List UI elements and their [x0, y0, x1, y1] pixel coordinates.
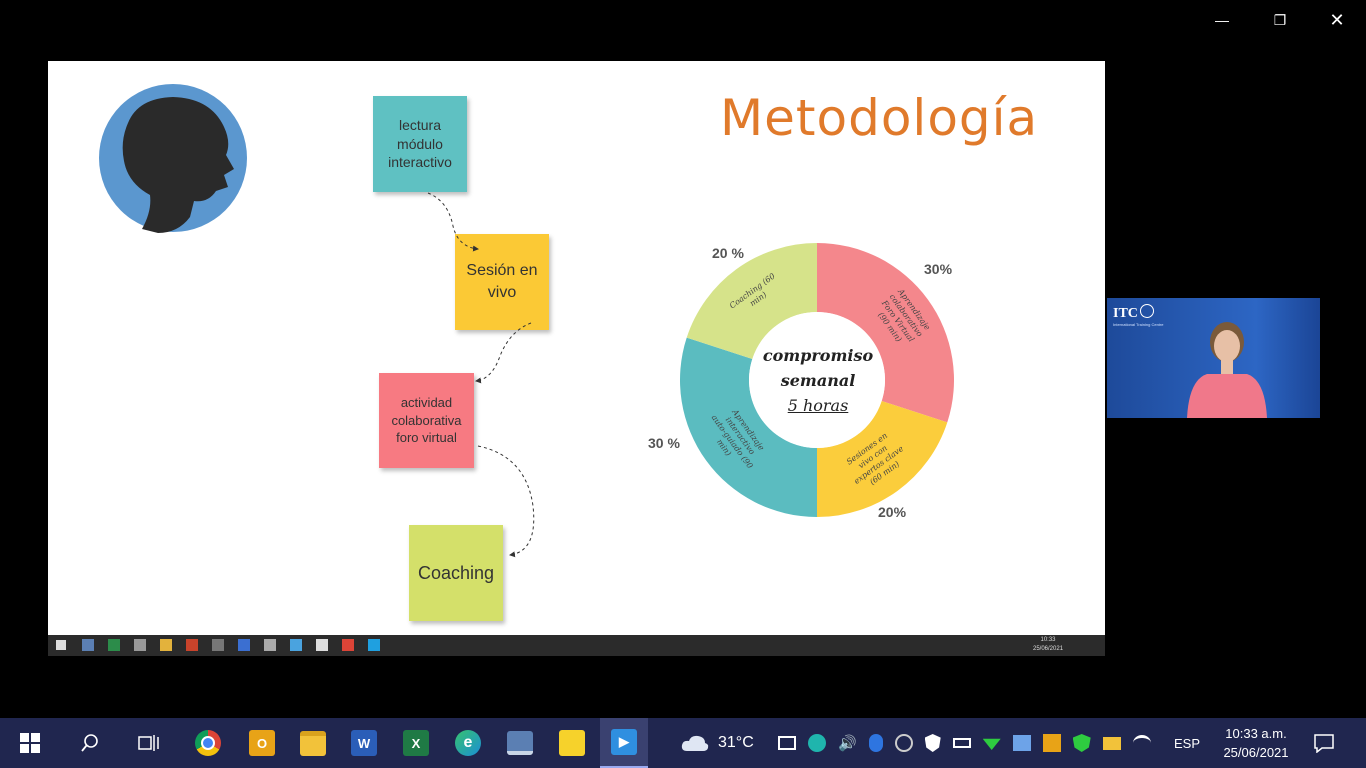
taskbar-app-sticky-notes[interactable] [550, 718, 594, 768]
start-button[interactable] [8, 718, 52, 768]
inner-app-icon [134, 639, 146, 651]
taskbar-app-word[interactable]: W [342, 718, 386, 768]
wifi-green-icon[interactable] [982, 738, 1001, 750]
donut-center-line2: semanal [780, 370, 856, 390]
weather-widget[interactable]: 31°C [680, 718, 754, 768]
excel-icon: X [403, 730, 429, 756]
close-button[interactable]: ✕ [1325, 8, 1349, 32]
inner-app-icon [160, 639, 172, 651]
taskbar-app-explorer[interactable] [291, 718, 335, 768]
outlook-icon: O [249, 730, 275, 756]
inner-app-icon [368, 639, 380, 651]
network-alert-icon[interactable] [894, 734, 913, 752]
edge-icon: e [455, 730, 481, 756]
itc-logo-text: ITC [1113, 306, 1138, 321]
shared-screen-taskbar: 10:33 25/06/2021 [48, 635, 1105, 656]
inner-app-icon [82, 639, 94, 651]
taskbar-app-chrome[interactable] [186, 718, 230, 768]
task-view-button[interactable] [127, 718, 171, 768]
inner-app-icon [212, 639, 224, 651]
donut-center-line3: 5 horas [787, 395, 849, 415]
inner-start-icon [56, 640, 66, 650]
presenter-video-person [1187, 322, 1267, 418]
notification-icon [1314, 734, 1334, 753]
donut-center-line1: compromiso [762, 346, 874, 365]
file-explorer-icon [300, 730, 326, 756]
taskbar-app-excel[interactable]: X [394, 718, 438, 768]
windows-logo-icon [20, 733, 40, 753]
itc-subtitle: International Training Centre [1113, 322, 1164, 327]
pct-label-2: 30 % [648, 435, 680, 451]
minimize-button[interactable]: — [1210, 8, 1234, 32]
battery-icon[interactable] [952, 738, 971, 748]
clock-time: 10:33 a.m. [1225, 726, 1287, 741]
inner-app-icon [108, 639, 120, 651]
mail-icon[interactable] [1102, 736, 1121, 750]
weather-temperature: 31°C [718, 734, 754, 751]
windows-taskbar: O W X e ▶ 31°C 🔊 ESP 10:33 a.m. 25/06/20… [0, 718, 1366, 768]
bluetooth-icon[interactable] [868, 734, 883, 752]
maximize-button[interactable]: ❐ [1268, 8, 1292, 32]
cloud-icon [681, 735, 709, 751]
security-shield-icon[interactable] [924, 734, 941, 752]
eset-icon[interactable] [808, 734, 826, 752]
language-indicator[interactable]: ESP [1174, 718, 1200, 768]
taskbar-app-remote-desktop[interactable] [498, 718, 542, 768]
shared-slide: Metodología lectura módulo interactivo S… [48, 61, 1105, 635]
donut-center: compromiso semanal 5 horas [758, 344, 878, 418]
clock[interactable]: 10:33 a.m. 25/06/2021 [1208, 718, 1304, 768]
inner-app-icon [238, 639, 250, 651]
task-view-icon [138, 735, 159, 751]
inner-app-icon [290, 639, 302, 651]
inner-time: 10:33 [1040, 637, 1056, 643]
inner-app-icon [186, 639, 198, 651]
notification-center-button[interactable] [1313, 718, 1335, 768]
search-button[interactable] [68, 718, 112, 768]
taskbar-app-edge[interactable]: e [446, 718, 490, 768]
wifi-icon[interactable] [1132, 735, 1151, 751]
media-player-icon: ▶ [611, 729, 637, 755]
tray-icons: 🔊 [778, 718, 1151, 768]
sticky-notes-icon [559, 730, 585, 756]
volume-icon[interactable]: 🔊 [838, 734, 857, 752]
pct-label-1: 20% [878, 504, 907, 520]
inner-app-icon [264, 639, 276, 651]
taskbar-app-media-player[interactable]: ▶ [600, 718, 648, 768]
pct-label-3: 20 % [712, 245, 744, 261]
shield-check-icon[interactable] [1072, 734, 1091, 752]
inner-app-icon [342, 639, 354, 651]
office-icon[interactable] [1042, 734, 1061, 752]
inner-date: 25/06/2021 [1033, 646, 1064, 652]
itc-logo: ITC [1113, 304, 1154, 322]
monitor-icon[interactable] [778, 736, 796, 750]
inner-clock: 10:33 25/06/2021 [1033, 636, 1063, 654]
webcam-video[interactable]: ITC International Training Centre [1107, 298, 1320, 418]
remote-desktop-icon [507, 731, 533, 755]
search-icon [81, 734, 98, 752]
taskbar-app-outlook[interactable]: O [240, 718, 284, 768]
word-icon: W [351, 730, 377, 756]
inner-app-icon [316, 639, 328, 651]
un-emblem-icon [1139, 304, 1154, 318]
chrome-icon [195, 730, 221, 756]
inner-taskbar-apps [82, 639, 482, 652]
clock-date: 25/06/2021 [1223, 745, 1289, 760]
network-icon[interactable] [1012, 735, 1031, 751]
pct-label-0: 30% [924, 261, 953, 277]
